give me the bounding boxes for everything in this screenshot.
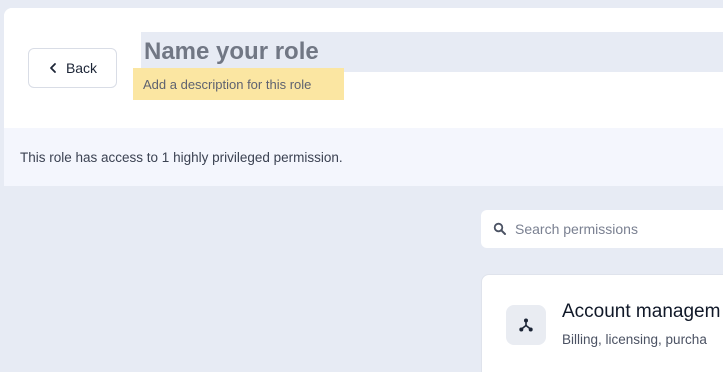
permission-group-subtitle: Billing, licensing, purcha (562, 332, 707, 347)
role-header: Back (4, 8, 723, 128)
search-input[interactable] (515, 221, 715, 237)
back-button-label: Back (65, 60, 98, 76)
permission-search[interactable] (481, 210, 723, 248)
role-description-input[interactable] (133, 68, 344, 100)
permission-group-card[interactable]: Account managem Billing, licensing, purc… (481, 274, 723, 372)
back-button[interactable]: Back (28, 48, 117, 88)
top-strip (0, 0, 723, 8)
permission-group-icon-box (506, 305, 546, 345)
role-editor-page: Back This role has access to 1 highly pr… (0, 0, 723, 372)
hierarchy-icon (519, 318, 533, 332)
search-icon (493, 222, 506, 235)
privilege-banner: This role has access to 1 highly privile… (4, 128, 723, 186)
role-header-card: Back This role has access to 1 highly pr… (4, 8, 723, 186)
chevron-left-icon (50, 63, 56, 73)
permission-group-title: Account managem (562, 301, 721, 322)
role-name-input[interactable] (141, 32, 723, 72)
privilege-banner-text: This role has access to 1 highly privile… (20, 149, 343, 165)
